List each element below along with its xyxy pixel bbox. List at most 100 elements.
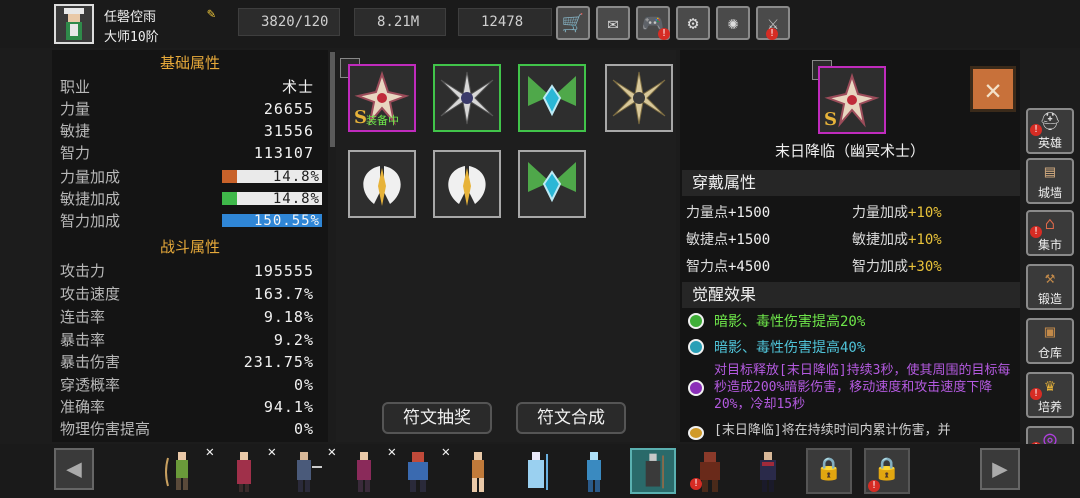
wall-icon: ▤ — [1044, 162, 1056, 182]
combat-attributes-title: 战斗属性 — [159, 238, 220, 256]
attr-value: +30% — [908, 259, 942, 275]
hero-portrait[interactable]: ✕ — [162, 444, 214, 494]
stat-label: 暴击率 — [60, 331, 106, 349]
alert-icon: ! — [1030, 388, 1042, 400]
stat-label: 智力 — [60, 144, 91, 162]
hero-portrait[interactable]: ✕ — [344, 444, 396, 494]
bonus-bar: 150.55% — [222, 213, 322, 229]
hero-portrait[interactable] — [516, 448, 562, 494]
golden-wing-rune-icon — [612, 71, 666, 125]
wear-attr: 敏捷点+1500 — [686, 229, 770, 249]
scroll-right-button[interactable]: ▶ — [980, 448, 1020, 490]
rune-slot[interactable] — [433, 150, 501, 218]
hero-portrait-selected[interactable] — [630, 448, 676, 494]
cross-icon: ✕ — [387, 444, 396, 460]
stat-value: 31556 — [263, 122, 314, 140]
claw-button[interactable]: ⚔! — [756, 6, 790, 40]
effect-dot-icon — [688, 339, 704, 355]
locked-hero-slot[interactable]: 🔒! — [864, 448, 910, 494]
wear-attr: 敏捷加成+10% — [852, 229, 942, 249]
nav-cultivate[interactable]: ♛ 培养! — [1026, 372, 1074, 418]
hero-portrait[interactable]: ✕ — [398, 444, 450, 494]
hero-portrait[interactable] — [748, 448, 794, 494]
stats-scrollbar[interactable] — [330, 52, 335, 147]
warehouse-icon: ▣ — [1044, 322, 1056, 342]
effect-text: [末日降临]将在持续时间内累计伤害，并 — [714, 423, 951, 438]
rune-combine-button[interactable]: 符文合成 — [516, 402, 626, 434]
bonus-bar-fill — [222, 170, 237, 183]
alert-icon: ! — [1030, 226, 1042, 238]
stat-label: 准确率 — [60, 398, 106, 416]
shop-cart-icon: 🛒 — [561, 12, 585, 34]
hero-portrait[interactable] — [574, 448, 620, 494]
stat-value: 113107 — [253, 144, 314, 162]
settings-button[interactable]: ⚙ — [676, 6, 710, 40]
effect-dot-icon — [688, 426, 704, 440]
wear-attributes-header: 穿戴属性 — [682, 170, 1020, 196]
mail-button[interactable]: ✉ — [596, 6, 630, 40]
edit-icon[interactable]: ✎ — [207, 6, 223, 22]
attr-value: +10% — [908, 205, 942, 221]
ice-mage-hero-icon — [528, 452, 548, 490]
rune-slot[interactable] — [518, 64, 586, 132]
player-title: 大师10阶 — [104, 30, 159, 45]
hero-portrait[interactable] — [458, 448, 504, 494]
nav-forge[interactable]: ⚒ 锻造 — [1026, 264, 1074, 310]
stat-row-strength-bonus: 力量加成 14.8% — [60, 166, 322, 188]
hero-portrait[interactable]: ✕ — [284, 444, 336, 494]
effect-dot-icon — [688, 380, 704, 396]
rune-name: 末日降临（幽冥术士） — [774, 142, 925, 160]
stat-label: 连击率 — [60, 308, 106, 326]
attr-label: 敏捷加成 — [852, 232, 908, 248]
attr-value: +4500 — [728, 259, 771, 275]
equipped-label: 装备中 — [366, 114, 399, 127]
effect-text: 对目标释放[末日降临]持续3秒，使其周围的目标每秒造成200%暗影伤害，移动速度… — [714, 363, 1011, 412]
locked-hero-slot[interactable]: 🔒 — [806, 448, 852, 494]
attr-value: +10% — [908, 232, 942, 248]
rune-slot[interactable] — [433, 64, 501, 132]
close-button[interactable]: ✕ — [970, 66, 1016, 112]
emerald-rune-icon — [528, 76, 576, 117]
gamepad-button[interactable]: 🎮! — [636, 6, 670, 40]
stat-label: 职业 — [60, 78, 91, 96]
bonus-bar: 14.8% — [222, 191, 322, 207]
stat-label: 物理伤害提高 — [60, 420, 151, 438]
attr-label: 力量点 — [686, 205, 728, 221]
player-avatar[interactable] — [54, 4, 94, 44]
chevron-left-icon: ◀ — [66, 454, 82, 484]
hero-portrait[interactable]: ! — [690, 448, 736, 494]
nav-label: 集市 — [1037, 238, 1062, 252]
angel-wing-rune-icon — [363, 166, 401, 206]
alert-icon: ! — [1030, 124, 1042, 136]
nav-wall[interactable]: ▤ 城墙 — [1026, 158, 1074, 204]
rune-slot[interactable] — [518, 150, 586, 218]
assassin-hero-icon — [357, 452, 371, 492]
cross-icon: ✕ — [441, 444, 450, 460]
cross-icon: ✕ — [205, 444, 214, 460]
shop-cart-button[interactable]: 🛒 — [556, 6, 590, 40]
emerald-rune-icon — [528, 162, 576, 203]
nav-label: 仓库 — [1037, 346, 1062, 360]
selected-rune-icon: S — [818, 66, 886, 134]
stat-value: 0% — [293, 376, 314, 394]
stat-label: 智力加成 — [60, 212, 121, 230]
rune-slot[interactable] — [348, 150, 416, 218]
scroll-left-button[interactable]: ◀ — [54, 448, 94, 490]
rune-draw-button[interactable]: 符文抽奖 — [382, 402, 492, 434]
nav-market[interactable]: ⌂ 集市! — [1026, 210, 1074, 256]
rune-slot-equipped[interactable]: S 装备中 — [348, 64, 416, 132]
rune-slot[interactable] — [605, 64, 673, 132]
nav-hero[interactable]: ⛑ 英雄! — [1026, 108, 1074, 154]
stat-value: 9.2% — [273, 331, 314, 349]
stat-row-accuracy: 准确率 94.1% — [60, 396, 320, 418]
stat-row-agility-bonus: 敏捷加成 14.8% — [60, 188, 322, 210]
lock-icon: 🔒 — [873, 457, 901, 482]
stat-row-class: 职业 术士 — [60, 76, 320, 98]
close-icon: ✕ — [984, 72, 1002, 106]
rogue-hero-icon — [297, 452, 322, 492]
color-wheel-button[interactable]: ✺ — [716, 6, 750, 40]
stat-row-attack-speed: 攻击速度 163.7% — [60, 283, 320, 305]
hero-portrait[interactable]: ✕ — [224, 444, 276, 494]
nav-warehouse[interactable]: ▣ 仓库 — [1026, 318, 1074, 364]
stat-label: 力量加成 — [60, 168, 121, 186]
